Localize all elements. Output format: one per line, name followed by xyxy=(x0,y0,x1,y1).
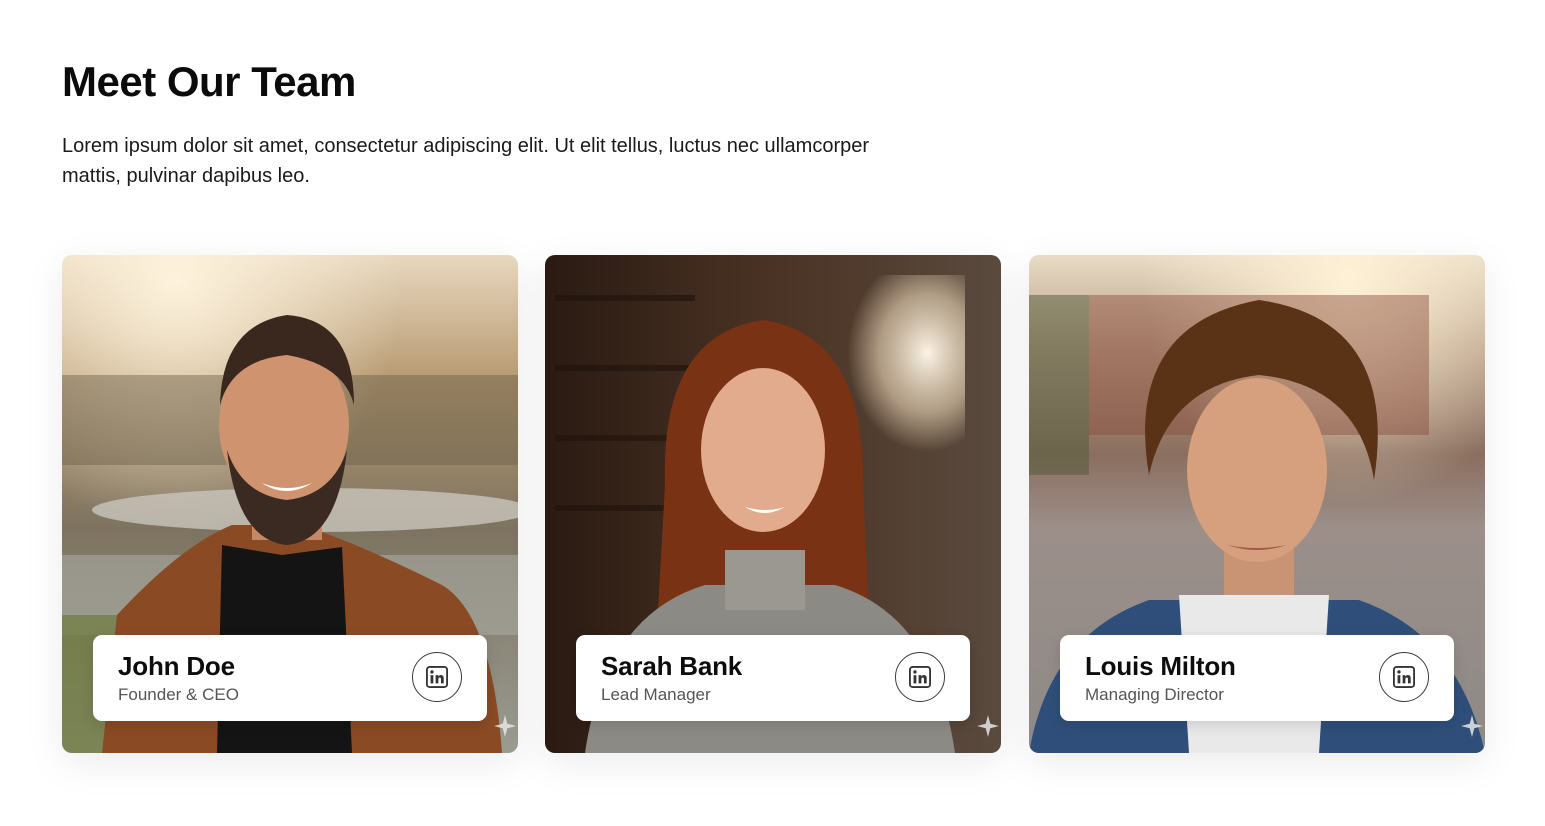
team-card-sarah-bank: Sarah Bank Lead Manager xyxy=(545,255,1001,753)
team-card-john-doe: John Doe Founder & CEO xyxy=(62,255,518,753)
team-section: Meet Our Team Lorem ipsum dolor sit amet… xyxy=(0,0,1545,826)
member-role: Managing Director xyxy=(1085,685,1224,704)
linkedin-icon xyxy=(1393,666,1415,688)
member-info-card: John Doe Founder & CEO xyxy=(93,635,487,721)
section-title: Meet Our Team xyxy=(62,58,356,105)
member-name: Louis Milton xyxy=(1085,651,1236,681)
linkedin-button[interactable] xyxy=(412,652,462,702)
linkedin-button[interactable] xyxy=(895,652,945,702)
member-name: John Doe xyxy=(118,651,235,681)
sparkle-icon xyxy=(1461,715,1483,737)
team-cards: John Doe Founder & CEO Sarah Bank Lead M… xyxy=(62,255,1485,753)
member-info-card: Louis Milton Managing Director xyxy=(1060,635,1454,721)
member-role: Lead Manager xyxy=(601,685,711,704)
linkedin-icon xyxy=(909,666,931,688)
section-description: Lorem ipsum dolor sit amet, consectetur … xyxy=(62,135,870,187)
sparkle-icon xyxy=(977,715,999,737)
member-role: Founder & CEO xyxy=(118,685,239,704)
linkedin-icon xyxy=(426,666,448,688)
member-info-card: Sarah Bank Lead Manager xyxy=(576,635,970,721)
member-name: Sarah Bank xyxy=(601,651,743,681)
sparkle-icon xyxy=(494,715,516,737)
linkedin-button[interactable] xyxy=(1379,652,1429,702)
team-card-louis-milton: Louis Milton Managing Director xyxy=(1029,255,1485,753)
